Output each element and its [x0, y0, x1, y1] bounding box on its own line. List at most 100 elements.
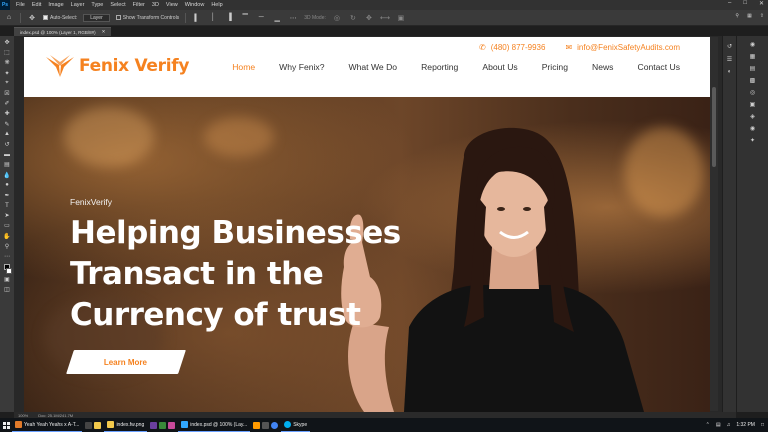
pan-3d-icon[interactable]: ✥ — [364, 13, 374, 23]
learn-more-button[interactable]: Learn More — [66, 350, 186, 374]
zoom-tool-icon[interactable]: ⚲ — [2, 242, 12, 251]
clock[interactable]: 1:32 PM — [736, 422, 755, 428]
path-select-tool-icon[interactable]: ➤ — [2, 211, 12, 220]
network-icon[interactable]: ▤ — [716, 422, 721, 428]
auto-select-checkbox[interactable]: Auto-Select: — [43, 15, 77, 21]
close-tab-icon[interactable]: ✕ — [102, 29, 106, 35]
roll-3d-icon[interactable]: ↻ — [348, 13, 358, 23]
phone-contact[interactable]: ✆ (480) 877-9936 — [479, 43, 545, 52]
screen-mode-icon[interactable]: ◫ — [2, 285, 12, 294]
patterns-panel-icon[interactable]: ▩ — [749, 76, 757, 84]
taskbar-item[interactable]: index.psd @ 100% (Lay... — [178, 418, 251, 432]
type-tool-icon[interactable]: T — [2, 201, 12, 210]
pen-tool-icon[interactable]: ✒ — [2, 191, 12, 200]
dodge-tool-icon[interactable]: ● — [2, 181, 12, 190]
start-button[interactable] — [0, 418, 12, 432]
scale-3d-icon[interactable]: ▣ — [396, 13, 406, 23]
move-tool-icon[interactable]: ✥ — [2, 38, 12, 47]
taskbar-pinned[interactable] — [82, 418, 104, 432]
align-middle-icon[interactable]: ─ — [256, 13, 266, 23]
background-color-swatch[interactable] — [6, 268, 12, 275]
gradient-tool-icon[interactable]: ▤ — [2, 160, 12, 169]
slide-3d-icon[interactable]: ⟷ — [380, 13, 390, 23]
color-panel-icon[interactable]: ◉ — [749, 40, 757, 48]
taskbar-pinned[interactable] — [250, 418, 281, 432]
nav-contact-us[interactable]: Contact Us — [637, 62, 680, 72]
vertical-scrollbar[interactable] — [710, 37, 718, 411]
maximize-icon[interactable]: □ — [743, 0, 747, 7]
history-brush-tool-icon[interactable]: ↺ — [2, 140, 12, 149]
frame-tool-icon[interactable]: ☒ — [2, 89, 12, 98]
move-tool-icon[interactable]: ✥ — [27, 13, 37, 23]
swatches-panel-icon[interactable]: ▦ — [749, 52, 757, 60]
menu-window[interactable]: Window — [185, 2, 205, 8]
more-tools-icon[interactable]: ⋯ — [2, 252, 12, 261]
tray-chevron-icon[interactable]: ⌃ — [706, 422, 710, 428]
brush-tool-icon[interactable]: ✎ — [2, 120, 12, 129]
channels-panel-icon[interactable]: ◉ — [749, 124, 757, 132]
taskbar-item[interactable]: Yeah Yeah Yeahs x A-T... — [12, 418, 83, 432]
paths-panel-icon[interactable]: ✦ — [749, 136, 757, 144]
nav-reporting[interactable]: Reporting — [421, 62, 458, 72]
lasso-tool-icon[interactable]: ❋ — [2, 58, 12, 67]
taskbar-item[interactable]: Skype — [281, 418, 311, 432]
menu-edit[interactable]: Edit — [32, 2, 41, 8]
menu-view[interactable]: View — [166, 2, 178, 8]
menu-file[interactable]: File — [16, 2, 25, 8]
eraser-tool-icon[interactable]: ▬ — [2, 150, 12, 159]
menu-3d[interactable]: 3D — [152, 2, 159, 8]
notifications-icon[interactable]: □ — [761, 422, 764, 428]
align-right-icon[interactable]: ▐ — [224, 13, 234, 23]
menu-filter[interactable]: Filter — [133, 2, 145, 8]
nav-news[interactable]: News — [592, 62, 614, 72]
align-center-icon[interactable]: │ — [208, 13, 218, 23]
eyedropper-tool-icon[interactable]: ✐ — [2, 99, 12, 108]
menu-help[interactable]: Help — [211, 2, 222, 8]
scrollbar-thumb[interactable] — [712, 87, 716, 167]
libraries-panel-icon[interactable]: ▣ — [749, 100, 757, 108]
document-tab[interactable]: index.psd @ 100% (Layer 1, RGB/8#) ✕ — [14, 27, 112, 36]
crop-tool-icon[interactable]: ⌖ — [2, 79, 12, 88]
document-canvas[interactable]: Fenix Verify ✆ (480) 877-9936 ✉ info@Fen… — [24, 37, 710, 412]
rectangle-tool-icon[interactable]: ▭ — [2, 221, 12, 230]
zoom-level[interactable]: 100% — [18, 413, 28, 418]
orbit-3d-icon[interactable]: ◎ — [332, 13, 342, 23]
learn-panel-icon[interactable]: ◎ — [749, 88, 757, 96]
close-icon[interactable]: ✕ — [759, 0, 764, 7]
volume-icon[interactable]: ♫ — [727, 422, 731, 428]
home-icon[interactable]: ⌂ — [4, 13, 14, 23]
taskbar-item[interactable]: index.fw.png — [104, 418, 148, 432]
gradients-panel-icon[interactable]: ▤ — [749, 64, 757, 72]
share-icon[interactable]: ⇧ — [760, 13, 764, 19]
align-left-icon[interactable]: ▍ — [192, 13, 202, 23]
menu-image[interactable]: Image — [48, 2, 63, 8]
nav-pricing[interactable]: Pricing — [542, 62, 568, 72]
more-options-icon[interactable]: ⋯ — [288, 13, 298, 23]
taskbar-pinned[interactable] — [147, 418, 178, 432]
nav-why-fenix[interactable]: Why Fenix? — [279, 62, 324, 72]
blur-tool-icon[interactable]: 💧 — [2, 170, 12, 179]
hand-tool-icon[interactable]: ✋ — [2, 232, 12, 241]
nav-about-us[interactable]: About Us — [482, 62, 517, 72]
menu-layer[interactable]: Layer — [71, 2, 85, 8]
search-icon[interactable]: ⚲ — [735, 13, 739, 19]
workspace-icon[interactable]: ▦ — [747, 13, 752, 19]
healing-brush-tool-icon[interactable]: ✚ — [2, 109, 12, 118]
show-transform-checkbox[interactable]: Show Transform Controls — [115, 15, 179, 21]
history-icon[interactable]: ↺ — [726, 42, 734, 50]
menu-select[interactable]: Select — [110, 2, 125, 8]
align-top-icon[interactable]: ▔ — [240, 13, 250, 23]
menu-type[interactable]: Type — [91, 2, 103, 8]
properties-icon[interactable]: ☰ — [726, 55, 734, 63]
email-contact[interactable]: ✉ info@FenixSafetyAudits.com — [565, 43, 680, 52]
marquee-tool-icon[interactable]: ⬚ — [2, 48, 12, 57]
adjustments-icon[interactable]: ◐ — [726, 68, 734, 76]
nav-home[interactable]: Home — [232, 62, 255, 72]
auto-select-dropdown[interactable]: Layer — [83, 13, 110, 22]
clone-stamp-tool-icon[interactable]: ▲ — [2, 130, 12, 139]
site-logo[interactable]: Fenix Verify — [44, 53, 189, 79]
nav-what-we-do[interactable]: What We Do — [349, 62, 398, 72]
quick-select-tool-icon[interactable]: ✦ — [2, 69, 12, 78]
align-bottom-icon[interactable]: ▁ — [272, 13, 282, 23]
minimize-icon[interactable]: – — [728, 0, 731, 7]
